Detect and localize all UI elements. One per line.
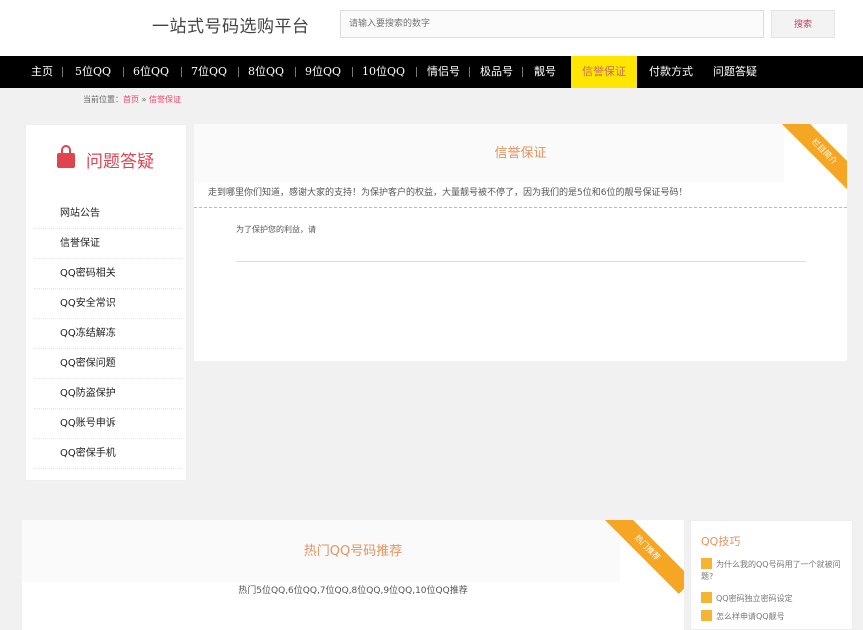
tip-bullet-icon [701, 610, 712, 621]
nav-couple-numbers[interactable]: 情侣号 [427, 56, 460, 88]
nav-separator [416, 67, 417, 77]
nav-separator [123, 67, 124, 77]
nav-payment-methods[interactable]: 付款方式 [649, 56, 693, 88]
nav-7-digit-qq[interactable]: 7位QQ [191, 56, 227, 88]
nav-8-digit-qq[interactable]: 8位QQ [248, 56, 284, 88]
nav-9-digit-qq[interactable]: 9位QQ [305, 56, 341, 88]
content-panel: 信誉保证 栏目简介 走到哪里你们知道，感谢大家的支持！为保护客户的权益，大量靓号… [194, 124, 847, 361]
breadcrumb-separator: » [139, 95, 149, 104]
tips-title: QQ技巧 [701, 535, 741, 548]
content-title: 信誉保证 [494, 146, 547, 161]
breadcrumb-prefix: 当前位置： [83, 95, 123, 104]
main-nav: 主页 5位QQ 6位QQ 7位QQ 8位QQ 9位QQ 10位QQ 情侣号 极品… [0, 56, 863, 88]
sidebar-title: 问题答疑 [86, 152, 154, 172]
tip-item[interactable]: 为什么我的QQ号码用了一个就被问题? [701, 558, 846, 583]
breadcrumb: 当前位置：首页 » 信誉保证 [83, 94, 181, 105]
nav-faq[interactable]: 问题答疑 [713, 56, 757, 88]
sidebar-item-qq-security[interactable]: QQ安全常识 [34, 289, 182, 319]
tip-item[interactable]: 怎么样申请QQ靓号 [701, 610, 846, 623]
sidebar-item-trust-guarantee[interactable]: 信誉保证 [34, 229, 182, 259]
tip-bullet-icon [701, 558, 712, 569]
header: 一站式号码选购平台 搜索 [0, 0, 863, 56]
hot-numbers-panel: 热门QQ号码推荐 热门推荐 热门5位QQ,6位QQ,7位QQ,8位QQ,9位QQ… [22, 520, 684, 630]
nav-separator [181, 67, 182, 77]
content-body: 为了保护您的利益，请 [236, 225, 316, 234]
shopping-bag-icon [57, 145, 75, 168]
tip-link[interactable]: QQ密码独立密码设定 [716, 594, 793, 603]
nav-separator [469, 67, 470, 77]
nav-separator [238, 67, 239, 77]
nav-separator [62, 67, 63, 77]
nav-6-digit-qq[interactable]: 6位QQ [133, 56, 169, 88]
tip-item[interactable]: QQ密码独立密码设定 [701, 592, 846, 605]
tip-link[interactable]: 为什么我的QQ号码用了一个就被问题? [701, 560, 841, 581]
nav-lucky-numbers[interactable]: 靓号 [534, 56, 556, 88]
sidebar-item-qq-security-questions[interactable]: QQ密保问题 [34, 349, 182, 379]
sidebar-list: 网站公告 信誉保证 QQ密码相关 QQ安全常识 QQ冻结解冻 QQ密保问题 QQ… [26, 199, 188, 469]
content-intro: 走到哪里你们知道，感谢大家的支持！为保护客户的权益，大量靓号被不停了，因为我们的… [208, 188, 688, 198]
divider [194, 207, 847, 208]
sidebar-item-qq-password[interactable]: QQ密码相关 [34, 259, 182, 289]
tip-link[interactable]: 怎么样申请QQ靓号 [716, 612, 785, 621]
qq-tips-panel: QQ技巧 为什么我的QQ号码用了一个就被问题? QQ密码独立密码设定 怎么样申请… [690, 520, 853, 630]
nav-separator [295, 67, 296, 77]
sidebar-item-qq-freeze[interactable]: QQ冻结解冻 [34, 319, 182, 349]
breadcrumb-current: 信誉保证 [148, 95, 181, 104]
nav-separator [522, 67, 523, 77]
breadcrumb-home-link[interactable]: 首页 [123, 95, 139, 104]
tip-bullet-icon [701, 592, 712, 603]
nav-premium-numbers[interactable]: 极品号 [480, 56, 513, 88]
divider [236, 261, 806, 262]
sidebar-item-qq-anti-theft[interactable]: QQ防盗保护 [34, 379, 182, 409]
sidebar-item-qq-appeal[interactable]: QQ账号申诉 [34, 409, 182, 439]
nav-home[interactable]: 主页 [31, 56, 53, 88]
search-input[interactable] [340, 10, 764, 38]
sidebar: 问题答疑 网站公告 信誉保证 QQ密码相关 QQ安全常识 QQ冻结解冻 QQ密保… [25, 124, 187, 481]
sidebar-item-announcements[interactable]: 网站公告 [34, 199, 182, 229]
hot-title: 热门QQ号码推荐 [303, 544, 403, 559]
sidebar-item-qq-security-phone[interactable]: QQ密保手机 [34, 439, 182, 469]
nav-separator [352, 67, 353, 77]
nav-trust-guarantee[interactable]: 信誉保证 [571, 56, 637, 88]
nav-5-digit-qq[interactable]: 5位QQ [75, 56, 111, 88]
site-title: 一站式号码选购平台 [152, 17, 310, 37]
search-button[interactable]: 搜索 [771, 10, 835, 38]
nav-10-digit-qq[interactable]: 10位QQ [362, 56, 405, 88]
hot-description[interactable]: 热门5位QQ,6位QQ,7位QQ,8位QQ,9位QQ,10位QQ推荐 [22, 583, 684, 596]
